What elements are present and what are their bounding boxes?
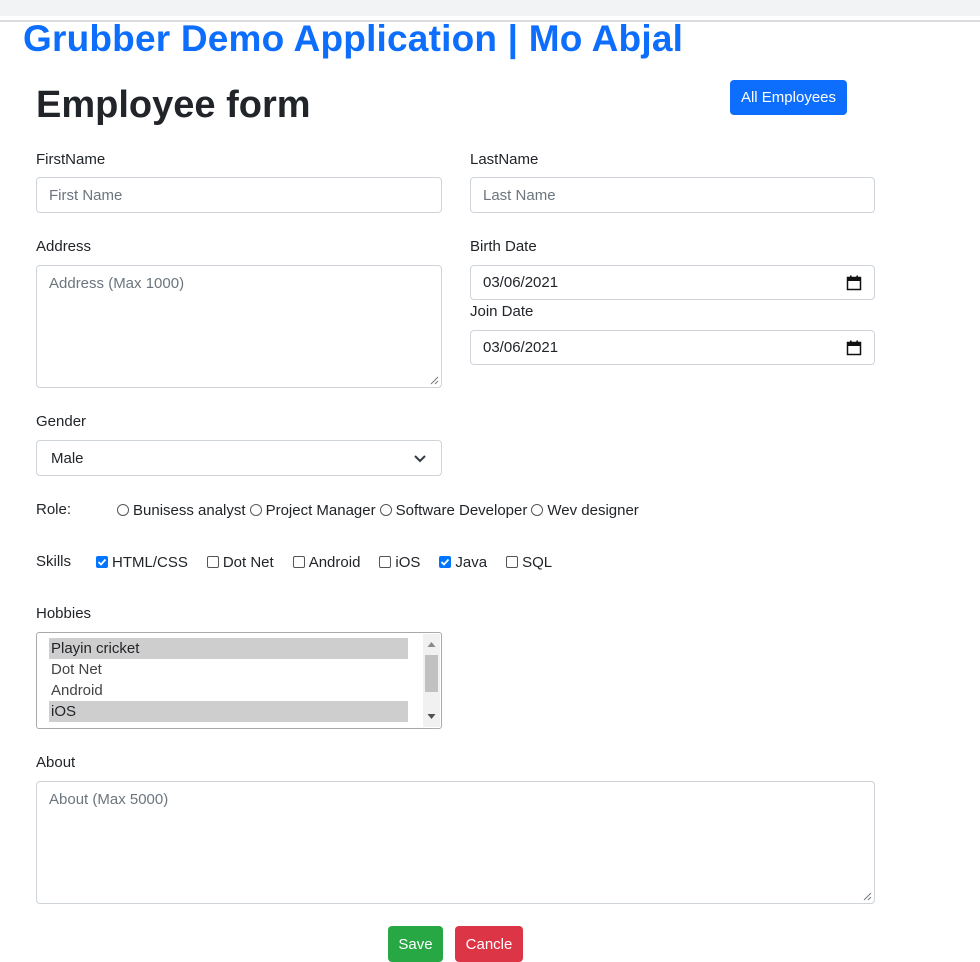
skill-option-label: SQL: [522, 553, 553, 571]
role-label: Role:: [36, 501, 72, 518]
last-name-label: LastName: [470, 151, 539, 168]
gender-label: Gender: [36, 413, 87, 430]
scroll-up-arrow-icon[interactable]: [427, 641, 436, 648]
checkmark-icon: [97, 558, 107, 566]
birth-date-input[interactable]: 03/06/2021: [470, 265, 875, 300]
about-textarea[interactable]: [36, 781, 875, 904]
list-item[interactable]: Android: [49, 680, 408, 701]
role-option-label: Wev designer: [547, 501, 639, 519]
skill-checkbox[interactable]: [379, 556, 392, 568]
join-date-label: Join Date: [470, 303, 534, 320]
skills-checkbox-group: HTML/CSS Dot Net Android iOS Java SQL: [96, 552, 552, 572]
browser-top-strip: [0, 0, 980, 16]
gender-select[interactable]: Male: [36, 440, 442, 476]
first-name-label: FirstName: [36, 151, 106, 168]
hobbies-listbox[interactable]: Playin cricket Dot Net Android iOS: [36, 632, 442, 729]
app-brand-title[interactable]: Grubber Demo Application | Mo Abjal: [23, 17, 683, 61]
address-label: Address: [36, 238, 92, 255]
role-radio[interactable]: [249, 504, 262, 516]
checkmark-icon: [441, 558, 450, 566]
role-radio[interactable]: [117, 504, 129, 516]
address-textarea[interactable]: [36, 265, 442, 388]
list-item[interactable]: iOS: [49, 701, 408, 722]
cancel-button[interactable]: Cancle: [455, 926, 523, 962]
calendar-icon[interactable]: [846, 275, 862, 291]
save-button[interactable]: Save: [388, 926, 443, 962]
skill-checkbox[interactable]: [96, 556, 108, 568]
skills-label: Skills: [36, 553, 72, 570]
skill-option-label: HTML/CSS: [112, 553, 188, 571]
join-date-value: 03/06/2021: [483, 339, 559, 356]
skill-checkbox[interactable]: [506, 556, 519, 568]
birth-date-value: 03/06/2021: [483, 274, 559, 291]
hobbies-label: Hobbies: [36, 605, 92, 622]
role-radio[interactable]: [531, 504, 544, 516]
role-radio[interactable]: [379, 504, 392, 516]
hobbies-scrollbar[interactable]: [423, 634, 440, 727]
last-name-input[interactable]: [470, 177, 875, 213]
first-name-input[interactable]: [36, 177, 442, 213]
skill-checkbox[interactable]: [206, 556, 219, 568]
skill-checkbox[interactable]: [439, 556, 452, 568]
skill-checkbox[interactable]: [292, 556, 305, 568]
all-employees-button[interactable]: All Employees: [730, 80, 847, 115]
chevron-down-icon: [414, 455, 426, 463]
role-radio-group: Bunisess analyst Project Manager Softwar…: [117, 500, 639, 520]
scrollbar-thumb[interactable]: [425, 655, 438, 692]
skill-option-label: Dot Net: [222, 553, 274, 571]
address-resize-handle-icon[interactable]: [430, 376, 439, 385]
skill-option-label: Java: [455, 553, 488, 571]
about-label: About: [36, 754, 76, 771]
calendar-icon[interactable]: [846, 340, 862, 356]
gender-selected-value: Male: [51, 449, 84, 467]
list-item[interactable]: Playin cricket: [49, 638, 408, 659]
skill-option-label: Android: [308, 553, 361, 571]
join-date-input[interactable]: 03/06/2021: [470, 330, 875, 365]
list-item[interactable]: Dot Net: [49, 659, 408, 680]
page-title: Employee form: [36, 84, 311, 126]
about-resize-handle-icon[interactable]: [863, 892, 872, 901]
birth-date-label: Birth Date: [470, 238, 537, 255]
skill-option-label: iOS: [395, 553, 421, 571]
role-option-label: Bunisess analyst: [133, 501, 246, 519]
role-option-label: Project Manager: [265, 501, 376, 519]
role-option-label: Software Developer: [395, 501, 528, 519]
scroll-down-arrow-icon[interactable]: [427, 713, 436, 720]
